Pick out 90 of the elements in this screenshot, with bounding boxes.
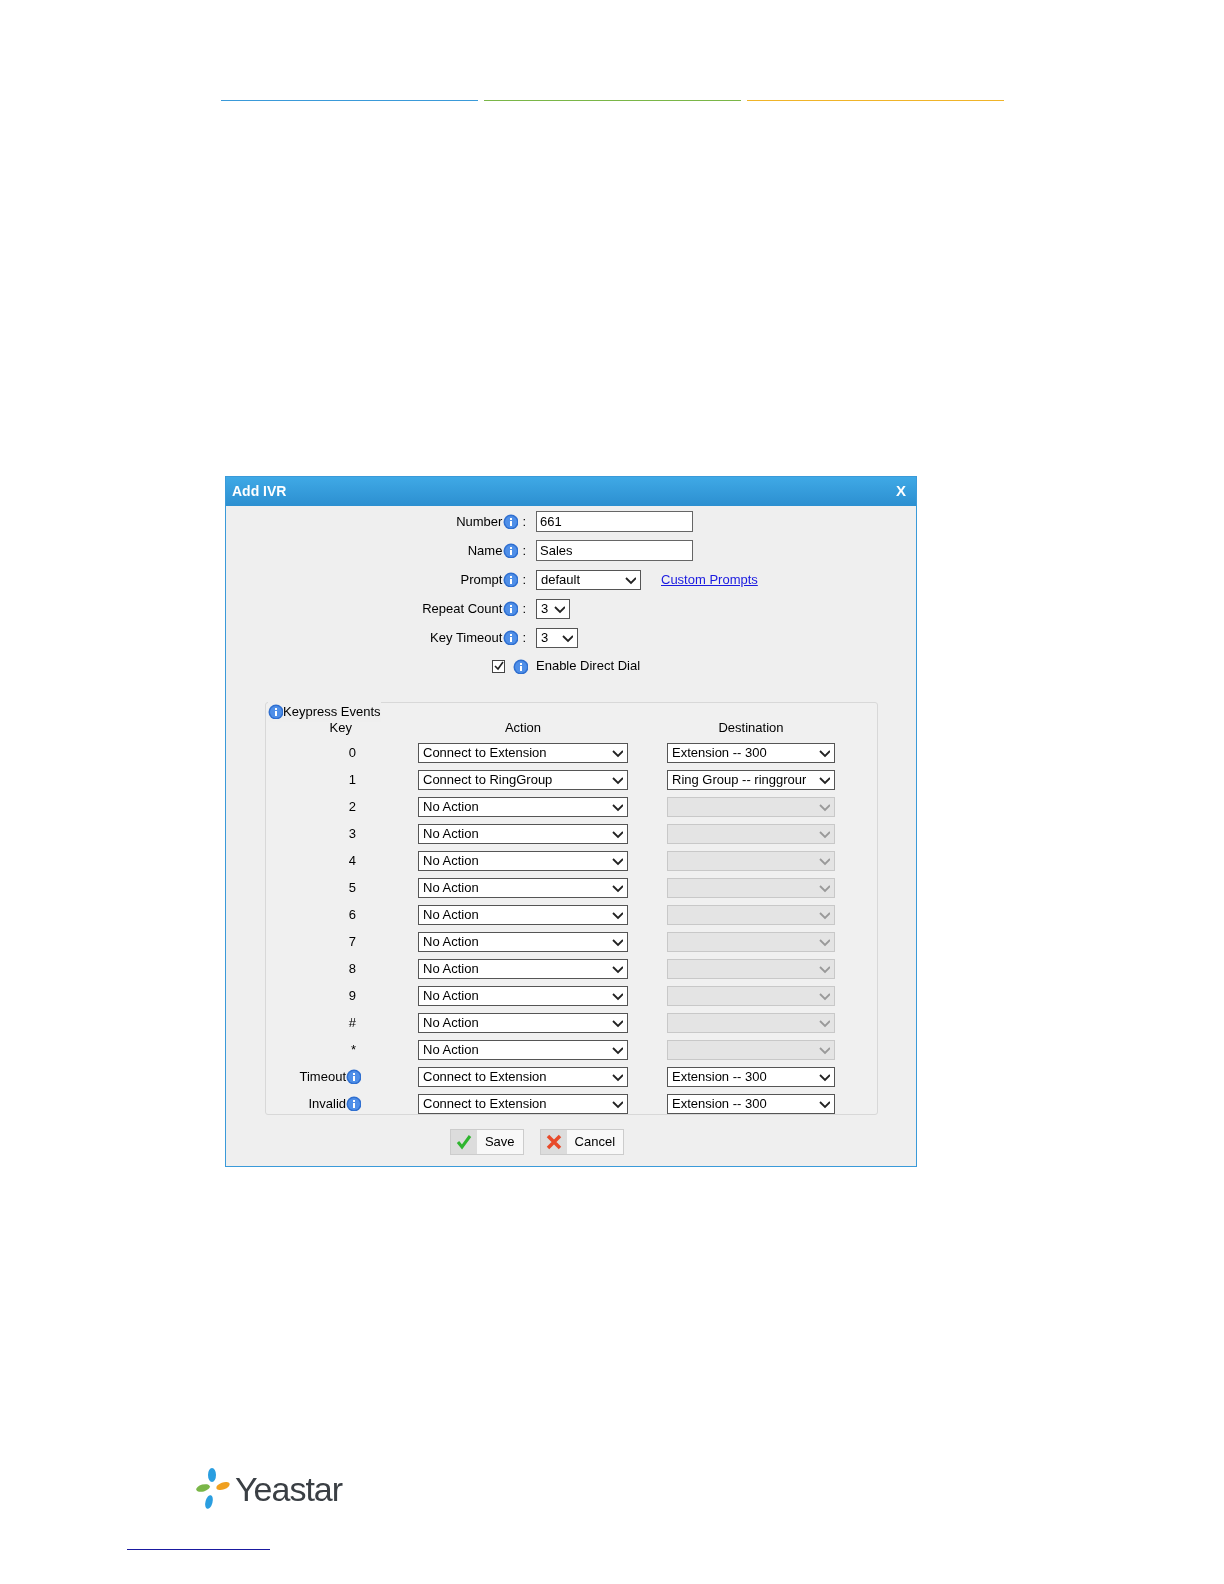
field-label: Repeat Count [422, 599, 503, 618]
dropdown[interactable]: Extension -- 300 [667, 1093, 835, 1114]
caret-icon [611, 882, 623, 893]
caret-icon [611, 909, 623, 920]
column-header: Key [329, 719, 352, 738]
field-label: Key Timeout [430, 628, 503, 647]
caret-icon [611, 1071, 623, 1082]
info-icon [503, 630, 519, 645]
caret-icon [818, 747, 830, 758]
custom-prompts-link[interactable]: Custom Prompts [661, 569, 758, 590]
caret-icon [818, 1044, 830, 1055]
caret-icon [818, 882, 830, 893]
key-label: 1 [348, 770, 356, 789]
key-label: 5 [348, 878, 356, 897]
caret-icon [611, 774, 623, 785]
field-label: Name [467, 541, 503, 560]
key-label: 0 [348, 743, 356, 762]
field-label: Prompt [460, 570, 503, 589]
input-field[interactable]: 661 [536, 511, 693, 532]
key-label: Invalid [308, 1094, 346, 1113]
dropdown[interactable]: Ring Group -- ringgrour [667, 769, 835, 790]
caret-icon [611, 1044, 623, 1055]
dropdown[interactable]: Connect to RingGroup [418, 769, 628, 790]
info-icon [503, 514, 519, 529]
caret-icon [818, 909, 830, 920]
colon: : [522, 512, 526, 531]
save-button[interactable]: Save [449, 1129, 524, 1155]
caret-icon [818, 801, 830, 812]
caret-icon [611, 828, 623, 839]
check-icon [493, 661, 504, 671]
caret-icon [818, 936, 830, 947]
input-field[interactable]: Sales [536, 540, 693, 561]
caret-icon [553, 603, 565, 614]
caret-icon [611, 747, 623, 758]
checkbox[interactable] [492, 659, 505, 673]
caret-icon [611, 801, 623, 812]
dropdown[interactable]: Extension -- 300 [667, 1066, 835, 1087]
caret-icon [561, 632, 573, 643]
caret-icon [611, 936, 623, 947]
info-icon [503, 572, 519, 587]
caret-icon [818, 774, 830, 785]
caret-icon [818, 990, 830, 1001]
info-icon [503, 543, 519, 558]
key-label: 2 [348, 797, 356, 816]
dropdown[interactable]: Connect to Extension [418, 1066, 628, 1087]
key-label: 3 [348, 824, 356, 843]
caret-icon [611, 1017, 623, 1028]
dropdown[interactable]: 3 [536, 598, 570, 619]
key-label: # [348, 1013, 356, 1032]
caret-icon [818, 1098, 830, 1109]
section-title: Keypress Events [283, 703, 381, 721]
caret-icon [818, 855, 830, 866]
cross-icon [545, 1134, 562, 1150]
logo-text: Yeastar [235, 1468, 343, 1510]
key-label: 6 [348, 905, 356, 924]
info-icon [513, 658, 528, 674]
info-icon [503, 601, 519, 616]
logo-icon [195, 1467, 231, 1511]
colon: : [522, 541, 526, 560]
caret-icon [611, 963, 623, 974]
column-header: Destination [718, 719, 784, 738]
cancel-button[interactable]: Cancel [539, 1129, 625, 1155]
key-label: * [350, 1040, 356, 1059]
dialog-title: Add IVR [232, 482, 287, 501]
dropdown[interactable]: default [536, 569, 641, 590]
key-label: 9 [348, 986, 356, 1005]
field-label: Number [456, 512, 503, 531]
key-label: 7 [348, 932, 356, 951]
info-icon [268, 704, 283, 720]
caret-icon [818, 963, 830, 974]
dropdown[interactable]: Connect to Extension [418, 742, 628, 763]
key-label: 4 [348, 851, 356, 870]
column-header: Action [504, 719, 542, 738]
dropdown[interactable]: Connect to Extension [418, 1093, 628, 1114]
caret-icon [818, 828, 830, 839]
caret-icon [611, 855, 623, 866]
key-label: 8 [348, 959, 356, 978]
colon: : [522, 628, 526, 647]
caret-icon [818, 1017, 830, 1028]
dropdown[interactable]: Extension -- 300 [667, 742, 835, 763]
caret-icon [818, 1071, 830, 1082]
colon: : [522, 570, 526, 589]
caret-icon [611, 990, 623, 1001]
checkbox-label: Enable Direct Dial [536, 657, 641, 676]
dropdown[interactable]: 3 [536, 627, 578, 648]
colon: : [522, 599, 526, 618]
check-icon [455, 1134, 472, 1150]
caret-icon [624, 574, 636, 585]
key-label: Timeout [299, 1067, 346, 1086]
caret-icon [611, 1098, 623, 1109]
